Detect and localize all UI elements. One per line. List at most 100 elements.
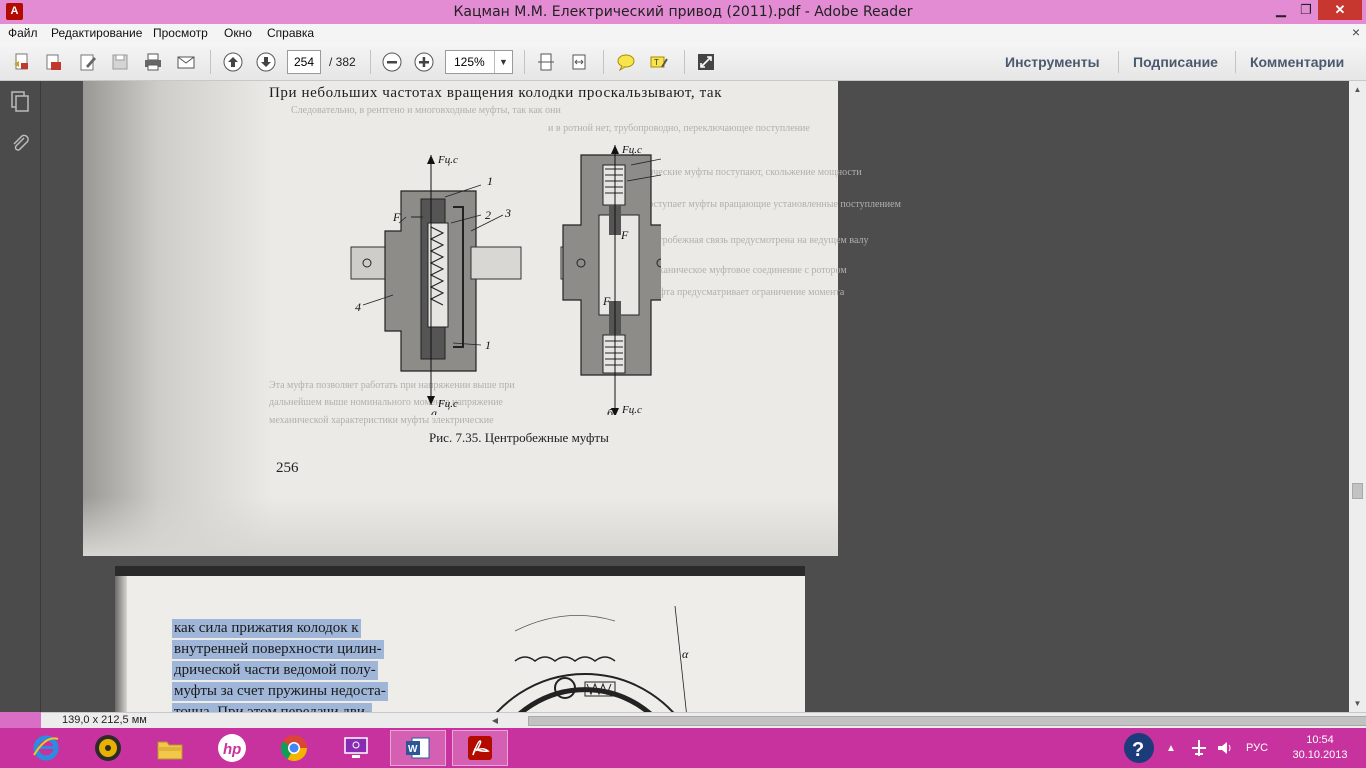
volume-icon[interactable] <box>1216 728 1234 768</box>
chrome-icon[interactable] <box>266 730 322 766</box>
page-shadow <box>115 576 127 712</box>
zoom-value: 125% <box>454 55 485 69</box>
horizontal-scrollbar[interactable]: ◀ ▶ <box>488 713 1366 728</box>
page-number: 256 <box>276 460 299 476</box>
vertical-scrollbar[interactable]: ▲ ▼ <box>1349 81 1366 712</box>
title-bar: A Кацман М.М. Електрический привод (2011… <box>0 0 1366 24</box>
fit-page-icon[interactable] <box>534 51 558 73</box>
figure-caption: Рис. 7.35. Центробежные муфты <box>429 430 609 445</box>
adobe-reader-taskbar-icon[interactable] <box>452 730 508 766</box>
fit-width-icon[interactable] <box>567 51 591 73</box>
figure-a <box>350 155 522 405</box>
svg-text:hp: hp <box>223 741 241 758</box>
scroll-thumb[interactable] <box>528 716 1366 726</box>
taskbar: hp W ? ▲ РУС 10:54 30.10.2013 <box>0 728 1366 768</box>
navigation-pane <box>0 81 41 712</box>
email-icon[interactable] <box>174 51 198 73</box>
close-document-button[interactable]: × <box>1352 24 1360 40</box>
figure-label: F <box>620 228 629 242</box>
figure-label: б <box>607 406 614 415</box>
toolbar-separator <box>524 50 525 74</box>
bleed-through-text: центробежная связь предусмотрена на веду… <box>643 235 869 246</box>
toolbar: 254 / 382 125% ▼ T Инструменты Подписани… <box>0 43 1366 81</box>
menu-bar: Файл Редактирование Просмотр Окно Справк… <box>0 24 1366 43</box>
tools-link[interactable]: Инструменты <box>1005 54 1100 70</box>
minimize-button[interactable]: ▁ <box>1268 0 1294 20</box>
figure-label: Fц.с <box>621 144 642 156</box>
svg-text:?: ? <box>1132 739 1144 761</box>
menu-help[interactable]: Справка <box>267 26 314 40</box>
full-screen-icon[interactable] <box>694 51 718 73</box>
media-player-icon[interactable] <box>80 730 136 766</box>
clock-time: 10:54 <box>1306 734 1334 746</box>
remote-desktop-icon[interactable] <box>328 730 384 766</box>
figure-label: Fц.с <box>437 154 458 166</box>
help-icon[interactable]: ? <box>1122 728 1156 768</box>
internet-explorer-icon[interactable] <box>18 730 74 766</box>
figure-label: F <box>602 294 611 308</box>
sticky-note-icon[interactable] <box>614 51 638 73</box>
print-icon[interactable] <box>141 51 165 73</box>
scroll-left-icon[interactable]: ◀ <box>488 713 502 728</box>
zoom-out-icon[interactable] <box>380 51 404 73</box>
page-number-input[interactable]: 254 <box>287 50 321 74</box>
zoom-select[interactable]: 125% ▼ <box>445 50 513 74</box>
show-hidden-icons[interactable]: ▲ <box>1166 728 1176 768</box>
svg-text:W: W <box>408 744 418 755</box>
scroll-up-icon[interactable]: ▲ <box>1349 81 1366 98</box>
hp-icon[interactable]: hp <box>204 730 260 766</box>
highlighted-text-line[interactable]: дрической части ведомой полу- <box>172 661 378 680</box>
window-title: Кацман М.М. Електрический привод (2011).… <box>453 4 913 20</box>
menu-window[interactable]: Окно <box>224 26 252 40</box>
chevron-down-icon[interactable]: ▼ <box>494 51 512 73</box>
bleed-through-text: муфта предусматривает ограничение момент… <box>648 287 845 298</box>
highlight-text-icon[interactable]: T <box>647 51 671 73</box>
combine-files-icon[interactable] <box>42 51 66 73</box>
status-bar: 139,0 x 212,5 мм ◀ ▶ <box>41 712 1366 728</box>
bleed-through-text: и в ротной нет, трубопроводно, переключа… <box>548 123 810 134</box>
highlighted-text-line[interactable]: как сила прижатия колодок к <box>172 619 361 638</box>
previous-page-icon[interactable] <box>221 51 245 73</box>
next-page-icon[interactable] <box>254 51 278 73</box>
figure-label: 3 <box>504 206 511 220</box>
highlighted-text-line[interactable]: муфты за счет пружины недоста- <box>172 682 388 701</box>
comment-link[interactable]: Комментарии <box>1250 54 1344 70</box>
figure-label: Fц.с <box>437 398 458 410</box>
toolbar-separator <box>1235 51 1236 73</box>
coupling-drawing-partial: 2 α <box>445 606 689 712</box>
file-explorer-icon[interactable] <box>142 730 198 766</box>
highlighted-text-line[interactable]: внутренней поверхности цилин- <box>172 640 384 659</box>
document-view[interactable]: При небольших частотах вращения колодки … <box>41 81 1349 712</box>
close-button[interactable]: ✕ <box>1318 0 1362 20</box>
sign-link[interactable]: Подписание <box>1133 54 1218 70</box>
page-dimensions: 139,0 x 212,5 мм <box>62 714 147 726</box>
figure-label: α <box>682 647 689 661</box>
figure-label: а <box>431 406 437 415</box>
scroll-thumb[interactable] <box>1352 483 1363 499</box>
figure-label: 4 <box>355 300 361 314</box>
toolbar-separator <box>684 50 685 74</box>
menu-edit[interactable]: Редактирование <box>51 26 142 40</box>
figure-label: 1 <box>487 174 493 188</box>
figure-label: 2 <box>485 208 491 222</box>
create-pdf-icon[interactable] <box>10 51 34 73</box>
menu-view[interactable]: Просмотр <box>153 26 208 40</box>
system-clock[interactable]: 10:54 30.10.2013 <box>1290 733 1350 763</box>
highlighted-text-line[interactable]: точна. При этом передачи дви- <box>172 703 372 712</box>
menu-file[interactable]: Файл <box>8 26 38 40</box>
airplane-mode-icon[interactable] <box>1190 728 1208 768</box>
scroll-down-icon[interactable]: ▼ <box>1349 695 1366 712</box>
page-shadow <box>83 81 273 556</box>
save-icon[interactable] <box>108 51 132 73</box>
svg-text:T: T <box>654 58 659 67</box>
page-thumbnails-icon[interactable] <box>9 90 31 112</box>
toolbar-separator <box>370 50 371 74</box>
pdf-page-257: как сила прижатия колодок к внутренней п… <box>115 566 805 712</box>
maximize-button[interactable]: ❐ <box>1293 0 1319 20</box>
attachments-icon[interactable] <box>9 133 31 155</box>
toolbar-separator <box>603 50 604 74</box>
zoom-in-icon[interactable] <box>412 51 436 73</box>
edit-document-icon[interactable] <box>76 51 100 73</box>
language-indicator[interactable]: РУС <box>1246 728 1268 768</box>
word-icon[interactable]: W <box>390 730 446 766</box>
